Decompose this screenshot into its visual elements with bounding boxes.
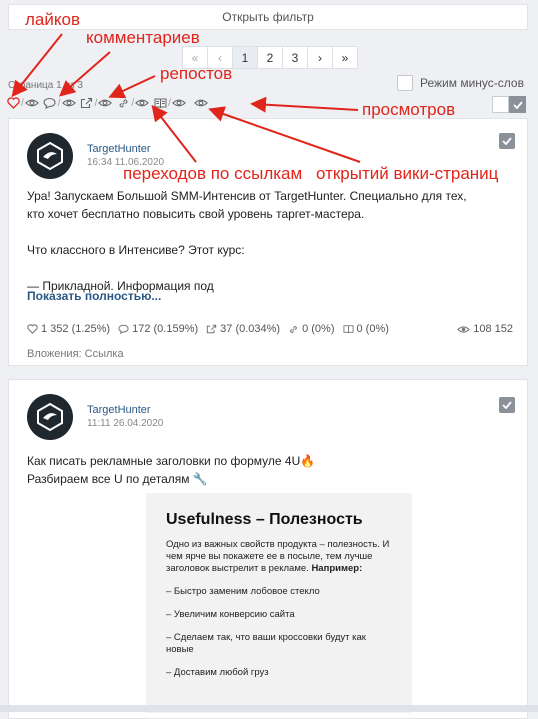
link-icon — [290, 325, 298, 333]
sort-metrics-bar: / / / / / — [6, 95, 208, 111]
avatar[interactable] — [27, 394, 73, 440]
separator: / — [131, 97, 135, 109]
select-all-toggle[interactable] — [492, 96, 526, 113]
post-text-line: Как писать рекламные заголовки по формул… — [27, 454, 316, 468]
post-text-line: Разбираем все U по деталям 🔧 — [27, 472, 208, 486]
comment-icon — [118, 324, 129, 334]
eye-icon[interactable] — [98, 96, 113, 110]
page-2-button[interactable]: 2 — [257, 46, 283, 69]
avatar[interactable] — [27, 133, 73, 179]
separator: / — [94, 97, 98, 109]
check-icon — [502, 137, 512, 145]
comments-metric: 172 (0.159%) — [118, 323, 198, 335]
open-filter-button[interactable]: Открыть фильтр — [8, 4, 528, 30]
minus-mode-checkbox[interactable] — [397, 75, 413, 91]
show-more-link[interactable]: Показать полностью... — [27, 289, 161, 303]
repost-icon[interactable] — [80, 96, 94, 110]
annotation-wiki-opens: открытий вики-страниц — [316, 164, 499, 183]
post-text-line: Ура! Запускаем Большой SMM-Интенсив от T… — [27, 189, 467, 203]
page-1-button[interactable]: 1 — [232, 46, 258, 69]
post-select-checkbox[interactable] — [499, 133, 515, 149]
eye-icon — [457, 325, 471, 333]
arrow-reposts — [108, 75, 156, 99]
likes-metric: 1 352 (1.25%) — [27, 323, 110, 335]
link-icon[interactable] — [116, 96, 130, 110]
page-next-button[interactable]: › — [307, 46, 333, 69]
check-icon — [512, 100, 523, 109]
annotation-comments: комментариев — [86, 28, 200, 47]
minus-mode-toggle[interactable]: Режим минус-слов — [397, 75, 524, 91]
post-author[interactable]: TargetHunter — [87, 143, 151, 155]
eye-icon[interactable] — [172, 96, 186, 110]
post-select-checkbox[interactable] — [499, 397, 515, 413]
heart-icon — [27, 324, 38, 334]
separator: / — [21, 97, 24, 109]
post-text: Ура! Запускаем Большой SMM-Интенсив от T… — [27, 187, 515, 295]
post-image[interactable]: Usefulness – Полезность Одно из важных с… — [146, 493, 412, 713]
image-title: Usefulness – Полезность — [166, 511, 363, 528]
wiki-metric: 0 (0%) — [342, 323, 389, 335]
select-all-button[interactable] — [509, 96, 526, 113]
separator: / — [57, 97, 61, 109]
book-icon[interactable] — [153, 96, 167, 110]
minus-mode-label: Режим минус-слов — [420, 76, 524, 90]
annotation-likes: лайков — [25, 10, 80, 29]
check-icon — [502, 401, 512, 409]
annotation-views: просмотров — [362, 100, 456, 119]
page-info: Страница 1 из 3 — [8, 80, 83, 91]
post-text-line: кто хочет бесплатно повысить свой уровен… — [27, 207, 365, 221]
deselect-all-button[interactable] — [492, 96, 509, 113]
page-last-button[interactable]: » — [332, 46, 358, 69]
attachments-info: Вложения: Ссылка — [27, 348, 124, 360]
bottom-strip — [0, 705, 538, 712]
post-card: TargetHunter 16:34 11.06.2020 Ура! Запус… — [8, 118, 528, 366]
image-body: Одно из важных свойств продукта – полезн… — [166, 539, 390, 678]
comment-icon[interactable] — [43, 96, 57, 110]
post-text-line: Что классного в Интенсиве? Этот курс: — [27, 243, 245, 257]
eye-icon[interactable] — [61, 96, 76, 110]
post-text: Как писать рекламные заголовки по формул… — [27, 452, 515, 488]
arrow-views — [250, 96, 359, 113]
separator: / — [168, 97, 171, 109]
annotation-link-clicks: переходов по ссылкам — [123, 164, 303, 183]
page-3-button[interactable]: 3 — [282, 46, 308, 69]
post-date[interactable]: 11:11 26.04.2020 — [87, 418, 163, 429]
book-icon — [342, 325, 354, 334]
views-metric: 108 152 — [457, 323, 513, 335]
eye-icon[interactable] — [135, 96, 150, 110]
eye-icon[interactable] — [24, 96, 39, 110]
post-card: TargetHunter 11:11 26.04.2020 Как писать… — [8, 379, 528, 719]
heart-icon[interactable] — [6, 96, 20, 110]
repost-icon — [206, 324, 217, 334]
eye-icon[interactable] — [194, 96, 208, 110]
post-metrics: 1 352 (1.25%) 172 (0.159%) 37 (0.034%) 0… — [27, 323, 513, 335]
annotation-reposts: репостов — [160, 64, 233, 83]
links-metric: 0 (0%) — [288, 323, 335, 335]
post-author[interactable]: TargetHunter — [87, 404, 151, 416]
reposts-metric: 37 (0.034%) — [206, 323, 280, 335]
